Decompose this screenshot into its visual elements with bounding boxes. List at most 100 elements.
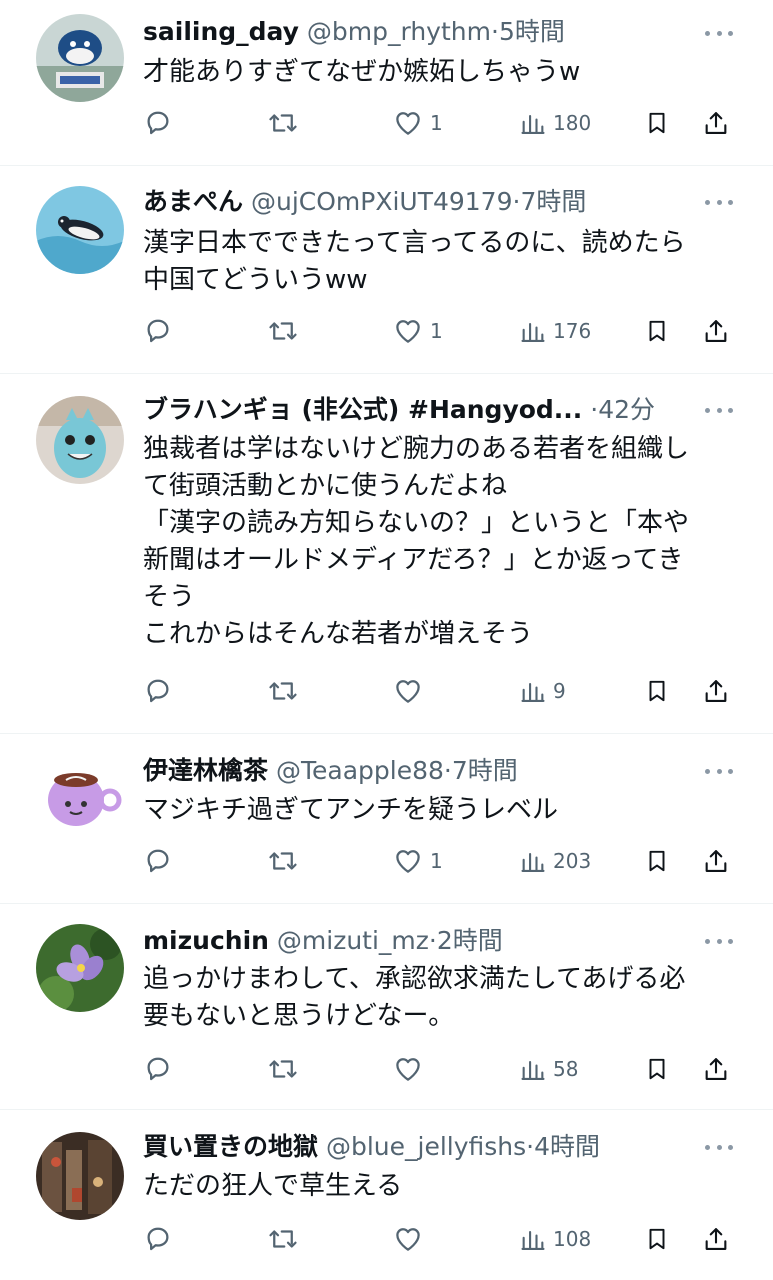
more-icon[interactable]	[705, 1137, 733, 1157]
bookmark-button[interactable]	[644, 314, 670, 348]
user-handle[interactable]: @mizuti_mz	[277, 926, 429, 955]
display-name[interactable]: 買い置きの地獄	[143, 1132, 318, 1161]
reply-button[interactable]	[143, 674, 173, 708]
reply-button[interactable]	[143, 844, 173, 878]
display-name[interactable]: sailing_day	[143, 17, 299, 46]
like-button[interactable]	[392, 1222, 430, 1256]
retweet-icon	[269, 114, 297, 132]
avatar[interactable]	[36, 14, 124, 102]
tweet-item[interactable]: mizuchin @mizuti_mz·2時間 追っかけまわして、承認欲求満たし…	[0, 904, 773, 1110]
separator-dot: ·	[526, 1132, 535, 1161]
timestamp[interactable]: 2時間	[437, 926, 503, 955]
views-button[interactable]: 58	[519, 1052, 578, 1086]
share-button[interactable]	[702, 1222, 730, 1256]
separator-dot: ·	[428, 926, 437, 955]
reply-icon	[147, 111, 169, 135]
avatar[interactable]	[36, 186, 124, 274]
share-button[interactable]	[702, 1052, 730, 1086]
tweet-text: ただの狂人で草生える	[143, 1168, 738, 1205]
reply-button[interactable]	[143, 314, 173, 348]
tweet-text-line: 才能ありすぎてなぜか嫉妬しちゃうw	[143, 57, 581, 87]
user-handle[interactable]: @bmp_rhythm	[307, 17, 491, 46]
bookmark-button[interactable]	[644, 844, 670, 878]
more-icon[interactable]	[705, 23, 733, 43]
share-icon	[705, 680, 727, 702]
timestamp[interactable]: 42分	[598, 395, 655, 424]
tweet-text-line: これからはそんな若者が増えそう	[143, 619, 534, 649]
avatar[interactable]	[36, 396, 124, 484]
tweet-text-line: 中国てどういうww	[143, 265, 368, 295]
bookmark-button[interactable]	[644, 106, 670, 140]
share-button[interactable]	[702, 314, 730, 348]
views-button[interactable]: 9	[519, 674, 566, 708]
retweet-button[interactable]	[267, 314, 299, 348]
tweet-item[interactable]: sailing_day @bmp_rhythm·5時間 才能ありすぎてなぜか嫉妬…	[0, 0, 773, 166]
more-icon[interactable]	[705, 761, 733, 781]
share-button[interactable]	[702, 674, 730, 708]
tweet-header: mizuchin @mizuti_mz·2時間	[143, 923, 703, 959]
views-icon	[521, 682, 545, 702]
retweet-button[interactable]	[267, 106, 299, 140]
user-handle[interactable]: @blue_jellyfishs	[326, 1132, 526, 1161]
like-button[interactable]: 1	[392, 314, 443, 348]
action-bar: 1 176	[0, 314, 773, 348]
timestamp[interactable]: 4時間	[534, 1132, 600, 1161]
timestamp[interactable]: 5時間	[499, 17, 565, 46]
more-icon[interactable]	[705, 931, 733, 951]
like-button[interactable]	[392, 1052, 430, 1086]
tweet-text: 独裁者は学はないけど腕力のある若者を組織し て街頭活動とかに使うんだよね 「漢字…	[143, 431, 738, 653]
user-handle[interactable]: @Teaapple88	[276, 756, 444, 785]
reply-icon	[147, 1227, 169, 1251]
display-name[interactable]: mizuchin	[143, 926, 269, 955]
timestamp[interactable]: 7時間	[520, 187, 586, 216]
tweet-item[interactable]: ブラハンギョ (非公式) #Hangyod... ·42分 独裁者は学はないけど…	[0, 374, 773, 734]
display-name[interactable]: ブラハンギョ (非公式) #Hangyod...	[143, 395, 582, 424]
reply-icon	[147, 679, 169, 703]
more-icon[interactable]	[705, 400, 733, 420]
like-button[interactable]	[392, 674, 430, 708]
bookmark-icon	[649, 320, 665, 342]
retweet-button[interactable]	[267, 844, 299, 878]
tweet-text-line: 要もないと思うけどなー。	[143, 1001, 455, 1031]
view-count: 176	[553, 319, 592, 343]
views-button[interactable]: 176	[519, 314, 591, 348]
heart-icon	[396, 112, 420, 135]
more-icon[interactable]	[705, 192, 733, 212]
separator-dot: ·	[490, 17, 499, 46]
views-button[interactable]: 203	[519, 844, 591, 878]
retweet-icon	[269, 852, 297, 870]
share-icon	[705, 850, 727, 872]
reply-button[interactable]	[143, 1222, 173, 1256]
bookmark-icon	[649, 680, 665, 702]
views-button[interactable]: 180	[519, 106, 591, 140]
retweet-button[interactable]	[267, 674, 299, 708]
tweet-item[interactable]: 買い置きの地獄 @blue_jellyfishs·4時間 ただの狂人で草生える …	[0, 1110, 773, 1280]
avatar[interactable]	[36, 1132, 124, 1220]
retweet-button[interactable]	[267, 1052, 299, 1086]
timestamp[interactable]: 7時間	[452, 756, 518, 785]
display-name[interactable]: 伊達林檎茶	[143, 756, 268, 785]
display-name[interactable]: あまぺん	[143, 187, 243, 216]
avatar[interactable]	[36, 756, 124, 844]
bookmark-button[interactable]	[644, 674, 670, 708]
share-button[interactable]	[702, 106, 730, 140]
views-icon	[521, 1230, 545, 1250]
share-button[interactable]	[702, 844, 730, 878]
like-button[interactable]: 1	[392, 106, 443, 140]
view-count: 9	[553, 679, 566, 703]
bookmark-button[interactable]	[644, 1222, 670, 1256]
reply-button[interactable]	[143, 1052, 173, 1086]
retweet-button[interactable]	[267, 1222, 299, 1256]
views-icon	[521, 322, 545, 342]
tweet-text-line: そう	[143, 582, 196, 612]
user-handle[interactable]: @ujCOmPXiUT49179	[251, 187, 513, 216]
tweet-item[interactable]: あまぺん @ujCOmPXiUT49179·7時間 漢字日本でできたって言ってる…	[0, 166, 773, 374]
like-button[interactable]: 1	[392, 844, 443, 878]
bookmark-button[interactable]	[644, 1052, 670, 1086]
tweet-item[interactable]: 伊達林檎茶 @Teaapple88·7時間 マジキチ過ぎてアンチを疑うレベル 1…	[0, 734, 773, 904]
views-button[interactable]: 108	[519, 1222, 591, 1256]
like-count: 1	[430, 111, 443, 135]
action-bar: 108	[0, 1222, 773, 1256]
avatar[interactable]	[36, 924, 124, 1012]
reply-button[interactable]	[143, 106, 173, 140]
